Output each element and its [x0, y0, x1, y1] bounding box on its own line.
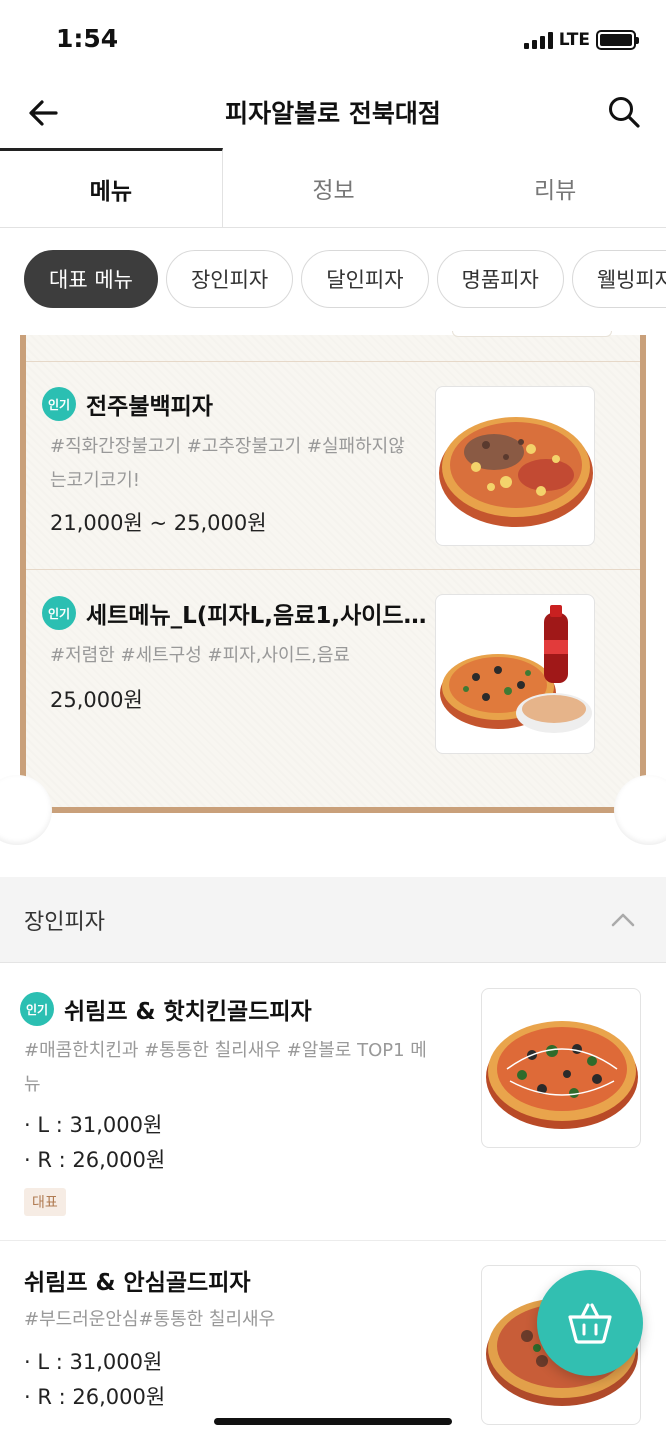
chip-premium-pizza[interactable]: 명품피자: [436, 250, 564, 308]
popular-badge: 인기: [20, 992, 54, 1026]
menu-description: #저렴한 #세트구성 #피자,사이드,음료: [50, 645, 350, 666]
search-icon: [609, 97, 640, 128]
network-label: LTE: [558, 30, 590, 50]
chip-featured-menu[interactable]: 대표 메뉴: [24, 250, 158, 308]
menu-description: #직화간장불고기 #고추장불고기 #실패하지않 는코기코기!: [50, 436, 405, 491]
tab-menu[interactable]: 메뉴: [0, 148, 223, 227]
menu-description: #부드러운안심#통통한 칠리새우: [24, 1309, 276, 1330]
tab-reviews[interactable]: 리뷰: [444, 148, 666, 227]
menu-description: #매콤한치킨과 #통통한 칠리새우 #알볼로 TOP1 메 뉴: [24, 1040, 427, 1095]
featured-menu-board: 인기 전주불백피자 #직화간장불고기 #고추장불고기 #실패하지않 는코기코기!…: [0, 331, 666, 845]
basket-icon: [568, 1303, 612, 1344]
app-header: 피자알볼로 전북대점: [0, 80, 666, 146]
cart-button[interactable]: [537, 1270, 643, 1376]
page-title: 피자알볼로 전북대점: [225, 99, 441, 128]
status-time: 1:54: [56, 24, 119, 53]
chip-master-pizza[interactable]: 달인피자: [301, 250, 429, 308]
store-tabs: 메뉴 정보 리뷰: [0, 148, 666, 228]
chevron-up-icon: [611, 913, 635, 927]
category-section-header[interactable]: 장인피자: [0, 877, 666, 963]
tab-info[interactable]: 정보: [223, 148, 445, 227]
pizza-image: [439, 417, 593, 527]
popular-badge: 인기: [42, 387, 76, 421]
menu-name: 쉬림프 & 안심골드피자: [24, 1270, 251, 1296]
pizza-image: [486, 1021, 638, 1129]
pizza-set-image: [440, 605, 592, 733]
section-title: 장인피자: [24, 910, 105, 935]
status-indicators: LTE: [523, 29, 639, 51]
featured-item[interactable]: 인기 전주불백피자 #직화간장불고기 #고추장불고기 #실패하지않 는코기코기!…: [20, 362, 646, 569]
signal-icon: [523, 31, 553, 49]
home-indicator: [214, 1418, 452, 1425]
signature-tag: 대표: [24, 1188, 66, 1216]
menu-photo: [435, 386, 595, 546]
menu-list-item[interactable]: 인기 쉬림프 & 핫치킨골드피자 #매콤한치킨과 #통통한 칠리새우 #알볼로 …: [0, 964, 666, 1240]
menu-photo: [435, 594, 595, 754]
menu-photo: [481, 988, 641, 1148]
menu-price-regular: · R : 26,000원: [24, 1385, 166, 1409]
menu-name: 전주불백피자: [86, 394, 213, 420]
featured-item[interactable]: 인기 세트메뉴_L(피자L,음료1,사이드… #저렴한 #세트구성 #피자,사이…: [20, 570, 646, 790]
chip-artisan-pizza[interactable]: 장인피자: [165, 250, 294, 308]
menu-price-regular: · R : 26,000원: [24, 1148, 166, 1172]
popular-badge: 인기: [42, 596, 76, 630]
chip-wellbeing-pizza[interactable]: 웰빙피자: [571, 250, 666, 308]
menu-price-large: · L : 31,000원: [24, 1350, 163, 1374]
category-chips: 대표 메뉴 장인피자 달인피자 명품피자 웰빙피자: [0, 250, 666, 310]
menu-name: 쉬림프 & 핫치킨골드피자: [64, 999, 312, 1025]
menu-name: 세트메뉴_L(피자L,음료1,사이드…: [86, 603, 427, 629]
menu-price: 25,000원: [50, 688, 143, 712]
search-button[interactable]: [606, 94, 642, 130]
menu-price: 21,000원 ~ 25,000원: [50, 511, 267, 535]
status-bar: 1:54 LTE: [0, 0, 666, 80]
menu-price-large: · L : 31,000원: [24, 1113, 163, 1137]
battery-icon: [596, 30, 639, 50]
